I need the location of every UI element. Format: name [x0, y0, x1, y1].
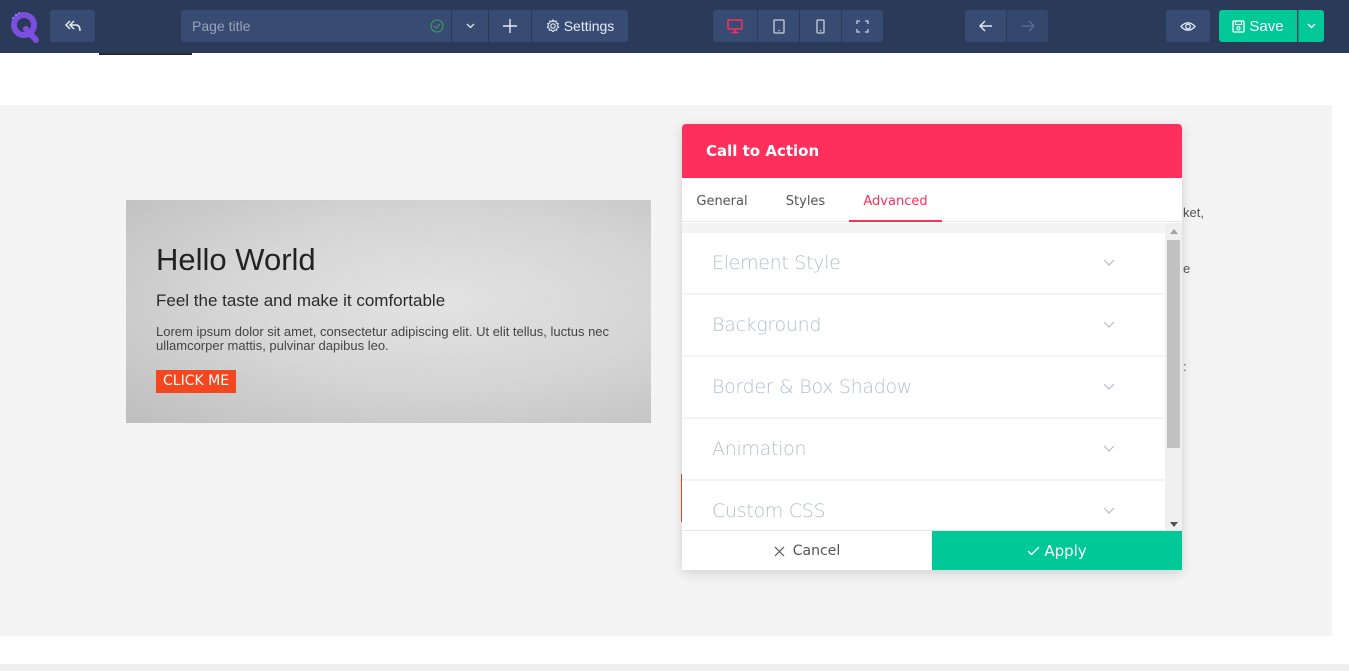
chevron-down-icon [1103, 321, 1115, 328]
modal-title: Call to Action [682, 124, 1182, 178]
accordion-label: Border & Box Shadow [712, 376, 913, 398]
hidden-text-fragment: e [1183, 261, 1191, 276]
gear-icon [546, 19, 560, 33]
tablet-icon [772, 18, 785, 34]
eye-icon [1180, 21, 1196, 31]
advanced-settings-panel: Element Style Background Border & Box Sh… [682, 223, 1182, 530]
call-to-action-settings-modal: Call to Action General Styles Advanced E… [682, 124, 1182, 570]
cta-title: Hello World [156, 242, 316, 277]
accordion-element-style[interactable]: Element Style [682, 233, 1165, 293]
chevron-down-icon [1103, 445, 1115, 452]
check-circle-icon [430, 19, 444, 33]
apply-button[interactable]: Apply [932, 531, 1182, 570]
accordion-label: Background [712, 314, 822, 336]
accordion-label: Custom CSS [712, 500, 826, 522]
device-switcher [713, 10, 883, 42]
modal-tabs: General Styles Advanced [682, 178, 1182, 222]
mobile-view-button[interactable] [800, 10, 841, 42]
cta-description: Lorem ipsum dolor sit amet, consectetur … [156, 324, 610, 353]
settings-button[interactable]: Settings [532, 10, 628, 42]
next-section-edge [0, 664, 1349, 671]
tab-advanced[interactable]: Advanced [849, 178, 942, 222]
scroll-up-arrow-icon[interactable] [1170, 229, 1178, 234]
page-list-dropdown-button[interactable] [452, 10, 488, 42]
scroll-down-arrow-icon[interactable] [1170, 522, 1178, 527]
chevron-down-icon [466, 23, 474, 29]
accordion-label: Element Style [712, 252, 841, 274]
checkmark-icon [1027, 546, 1040, 556]
cancel-button[interactable]: Cancel [682, 531, 932, 570]
arrow-right-icon [1021, 20, 1035, 32]
top-toolbar: Settings Save [0, 0, 1349, 53]
arrow-left-icon [978, 20, 992, 32]
scrollbar-thumb[interactable] [1167, 240, 1180, 448]
tab-general[interactable]: General [682, 178, 762, 222]
chevron-down-icon [1103, 507, 1115, 514]
close-icon [774, 546, 785, 556]
cta-subtitle: Feel the taste and make it comfortable [156, 291, 446, 310]
page-title-group: Settings [181, 10, 628, 42]
hidden-text-fragment: ket, [1183, 205, 1204, 220]
settings-label: Settings [563, 18, 615, 34]
panel-scrollbar[interactable] [1165, 223, 1182, 530]
accordion-label: Animation [712, 438, 807, 460]
fullscreen-button[interactable] [842, 10, 883, 42]
accordion-custom-css[interactable]: Custom CSS [682, 481, 1165, 530]
accordion-list: Element Style Background Border & Box Sh… [682, 233, 1165, 530]
undo-button[interactable] [965, 10, 1006, 42]
mobile-icon [816, 18, 825, 34]
history-controls [965, 10, 1048, 42]
save-group: Save [1219, 10, 1324, 42]
tab-styles[interactable]: Styles [762, 178, 849, 222]
desktop-icon [727, 18, 743, 33]
tablet-view-button[interactable] [758, 10, 799, 42]
add-page-button[interactable] [489, 10, 531, 42]
q-logo-icon[interactable] [8, 9, 42, 43]
save-button[interactable]: Save [1219, 10, 1297, 42]
save-label: Save [1249, 17, 1284, 35]
call-to-action-block[interactable]: Hello World Feel the taste and make it c… [126, 200, 651, 423]
fullscreen-icon [856, 19, 869, 33]
chevron-down-icon [1307, 23, 1316, 29]
chevron-down-icon [1103, 383, 1115, 390]
modal-footer: Cancel Apply [682, 530, 1182, 570]
cancel-label: Cancel [792, 543, 841, 559]
apply-label: Apply [1044, 542, 1087, 560]
accordion-background[interactable]: Background [682, 295, 1165, 355]
accordion-border-box-shadow[interactable]: Border & Box Shadow [682, 357, 1165, 417]
accordion-animation[interactable]: Animation [682, 419, 1165, 479]
desktop-view-button[interactable] [713, 10, 757, 42]
cta-button[interactable]: CLICK ME [156, 370, 237, 393]
save-options-dropdown[interactable] [1298, 10, 1324, 42]
active-page-indicator [99, 53, 192, 55]
plus-icon [503, 19, 517, 33]
undo-all-button[interactable] [50, 10, 95, 42]
redo-button[interactable] [1007, 10, 1048, 42]
chevron-down-icon [1103, 259, 1115, 266]
hidden-text-fragment: : [1183, 359, 1187, 374]
reply-all-icon [64, 20, 81, 32]
preview-button[interactable] [1166, 10, 1210, 42]
page-title-input[interactable] [181, 10, 451, 42]
floppy-disk-icon [1232, 19, 1246, 33]
